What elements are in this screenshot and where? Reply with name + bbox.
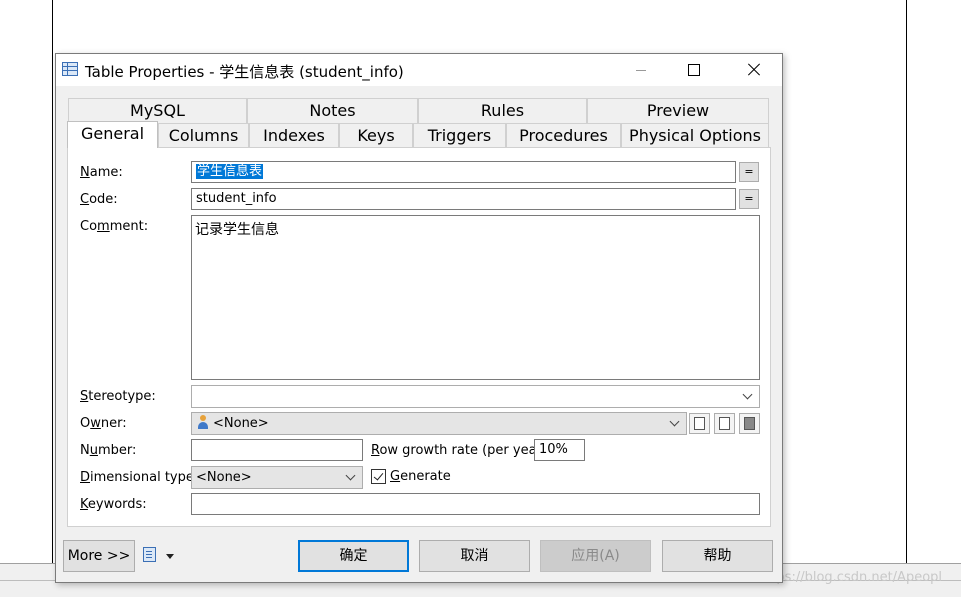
properties-icon [719,417,730,430]
tab-rules[interactable]: Rules [418,98,587,123]
tab-indexes[interactable]: Indexes [249,123,339,148]
owner-label: Owner: [80,416,127,431]
tab-keys[interactable]: Keys [339,123,413,148]
chevron-down-icon [344,469,358,485]
watermark-text: https://blog.csdn.net/Apeopl [758,570,943,585]
code-input[interactable]: student_info [191,188,736,210]
row-growth-input[interactable]: 10% [534,439,585,461]
tab-physical-options[interactable]: Physical Options [621,123,769,148]
stereotype-combo[interactable] [191,385,760,408]
background-divider-left [52,0,53,563]
keywords-input[interactable] [191,493,760,515]
name-sync-button[interactable]: = [739,162,759,182]
tab-preview[interactable]: Preview [587,98,769,123]
tab-triggers[interactable]: Triggers [413,123,506,148]
maximize-icon [688,64,700,76]
minimize-icon [636,70,646,71]
code-sync-button[interactable]: = [739,189,759,209]
dialog-title: Table Properties - 学生信息表 (student_info) [85,63,404,81]
name-label: Name: [80,165,123,180]
chevron-down-icon [741,388,755,404]
number-label: Number: [80,443,137,458]
cancel-button[interactable]: 取消 [419,540,530,572]
comment-textarea[interactable]: 记录学生信息 [191,215,760,380]
generate-label[interactable]: Generate [390,469,451,484]
generate-checkbox[interactable] [371,469,386,484]
keywords-label: Keywords: [80,497,147,512]
owner-combo[interactable]: <None> [191,412,687,435]
comment-label: Comment: [80,219,149,234]
print-dropdown-icon[interactable] [166,554,174,559]
more-button[interactable]: More >> [63,540,135,572]
name-input[interactable]: 学生信息表 [191,161,736,183]
maximize-button[interactable] [670,54,716,86]
apply-button[interactable]: 应用(A) [540,540,651,572]
tab-columns[interactable]: Columns [158,123,249,148]
dimensional-type-label: Dimensional type: [80,470,199,485]
table-properties-dialog: Table Properties - 学生信息表 (student_info) … [55,53,783,583]
tab-notes[interactable]: Notes [247,98,418,123]
user-icon [196,415,210,429]
ok-button[interactable]: 确定 [298,540,409,572]
new-document-icon [694,417,705,430]
title-bar[interactable]: Table Properties - 学生信息表 (student_info) [56,54,782,86]
owner-select-button[interactable] [739,413,760,434]
dimensional-type-combo[interactable]: <None> [191,466,363,489]
stereotype-label: Stereotype: [80,389,156,404]
background-divider-right [906,0,907,563]
print-icon[interactable] [143,547,157,562]
minimize-button[interactable] [618,54,664,86]
owner-properties-button[interactable] [714,413,735,434]
chevron-down-icon [668,415,682,431]
folder-icon [744,417,755,430]
owner-new-button[interactable] [689,413,710,434]
general-tab-panel: Name: 学生信息表 = Code: student_info = Comme… [67,147,771,527]
number-input[interactable] [191,439,363,461]
code-label: Code: [80,192,118,207]
tab-general[interactable]: General [67,121,158,148]
help-button[interactable]: 帮助 [662,540,773,572]
table-icon [62,62,78,76]
tab-mysql[interactable]: MySQL [68,98,247,123]
close-button[interactable] [728,54,774,86]
row-growth-label: Row growth rate (per year): [371,443,552,458]
tab-procedures[interactable]: Procedures [506,123,621,148]
